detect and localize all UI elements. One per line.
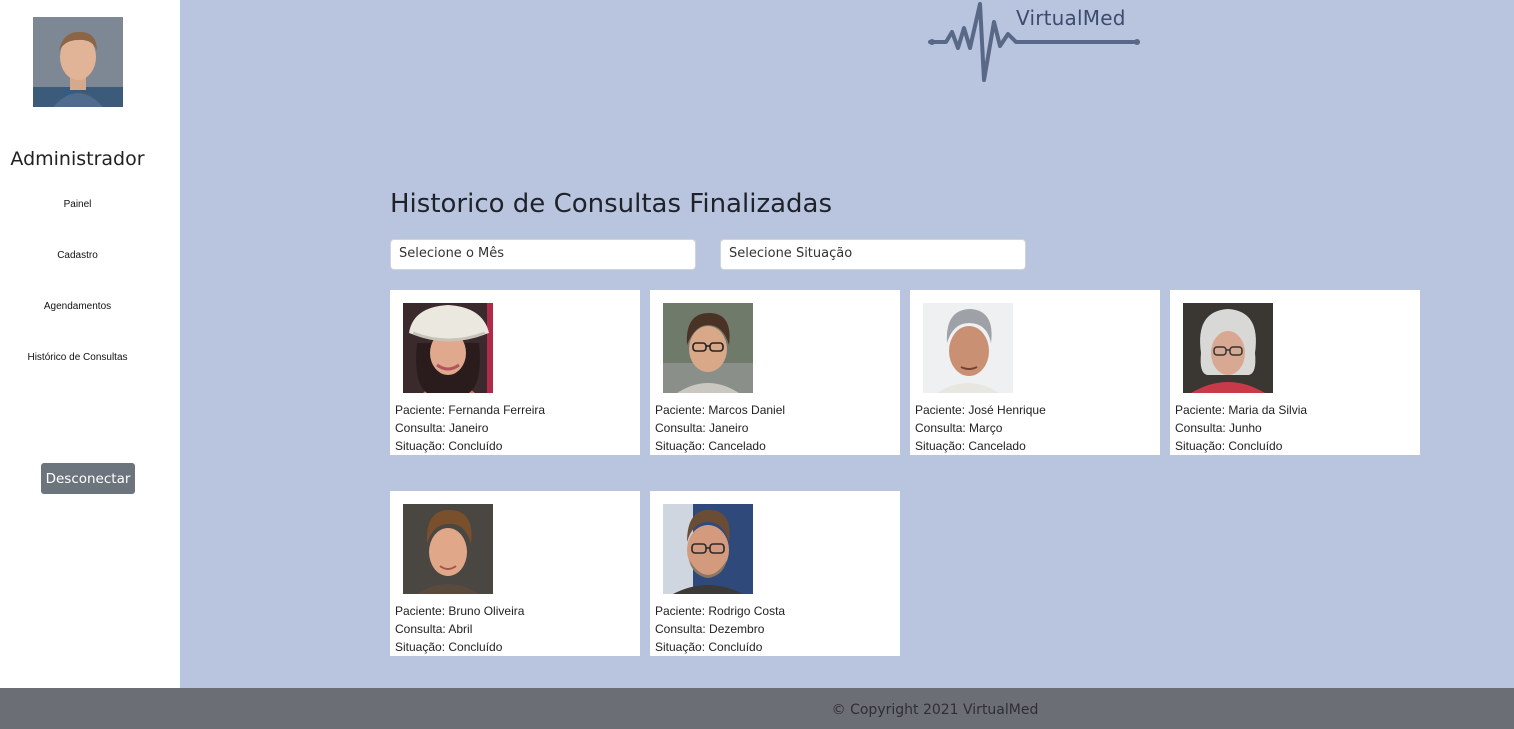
consult-status: Situação: Cancelado — [655, 439, 766, 453]
consult-month: Consulta: Março — [915, 421, 1003, 435]
consult-status: Situação: Cancelado — [915, 439, 1026, 453]
status-select[interactable]: Selecione Situação — [720, 239, 1026, 270]
admin-avatar — [33, 17, 123, 107]
nav-historico-consultas[interactable]: Histórico de Consultas — [0, 352, 155, 363]
consult-month: Consulta: Dezembro — [655, 622, 765, 636]
patient-photo — [663, 504, 753, 594]
brand-name: VirtualMed — [1016, 6, 1126, 30]
patient-photo — [923, 303, 1013, 393]
nav-agendamentos[interactable]: Agendamentos — [0, 301, 155, 312]
month-select[interactable]: Selecione o Mês — [390, 239, 696, 270]
patient-photo — [403, 303, 493, 393]
patient-name: Paciente: José Henrique — [915, 403, 1046, 417]
consult-status: Situação: Concluído — [655, 640, 763, 654]
patient-name: Paciente: Marcos Daniel — [655, 403, 786, 417]
patient-name: Paciente: Rodrigo Costa — [655, 604, 786, 618]
consult-status: Situação: Concluído — [1175, 439, 1283, 453]
consult-status: Situação: Concluído — [395, 640, 503, 654]
patient-name: Paciente: Maria da Silvia — [1175, 403, 1308, 417]
consult-month: Consulta: Abril — [395, 622, 473, 636]
nav-cadastro[interactable]: Cadastro — [0, 250, 155, 261]
consultation-card: Paciente: Rodrigo Costa Consulta: Dezemb… — [650, 491, 900, 656]
footer: © Copyright 2021 VirtualMed — [0, 688, 1514, 729]
consult-month: Consulta: Junho — [1175, 421, 1262, 435]
patient-name: Paciente: Bruno Oliveira — [395, 604, 525, 618]
logout-button[interactable]: Desconectar — [41, 463, 135, 494]
consultation-card: Paciente: Marcos Daniel Consulta: Janeir… — [650, 290, 900, 455]
nav-painel[interactable]: Painel — [0, 199, 155, 210]
consultation-card: Paciente: Bruno Oliveira Consulta: Abril… — [390, 491, 640, 656]
consultation-card: Paciente: Maria da Silvia Consulta: Junh… — [1170, 290, 1420, 455]
role-title: Administrador — [10, 148, 145, 170]
patient-photo — [1183, 303, 1273, 393]
patient-name: Paciente: Fernanda Ferreira — [395, 403, 546, 417]
patient-photo — [403, 504, 493, 594]
sidebar: Administrador Painel Cadastro Agendament… — [0, 0, 180, 688]
consult-month: Consulta: Janeiro — [655, 421, 749, 435]
consultation-card: Paciente: Fernanda Ferreira Consulta: Ja… — [390, 290, 640, 455]
consult-month: Consulta: Janeiro — [395, 421, 489, 435]
consultation-card: Paciente: José Henrique Consulta: Março … — [910, 290, 1160, 455]
copyright-text: © Copyright 2021 VirtualMed — [831, 702, 1039, 718]
patient-photo — [663, 303, 753, 393]
page-title: Historico de Consultas Finalizadas — [390, 189, 832, 219]
consult-status: Situação: Concluído — [395, 439, 503, 453]
